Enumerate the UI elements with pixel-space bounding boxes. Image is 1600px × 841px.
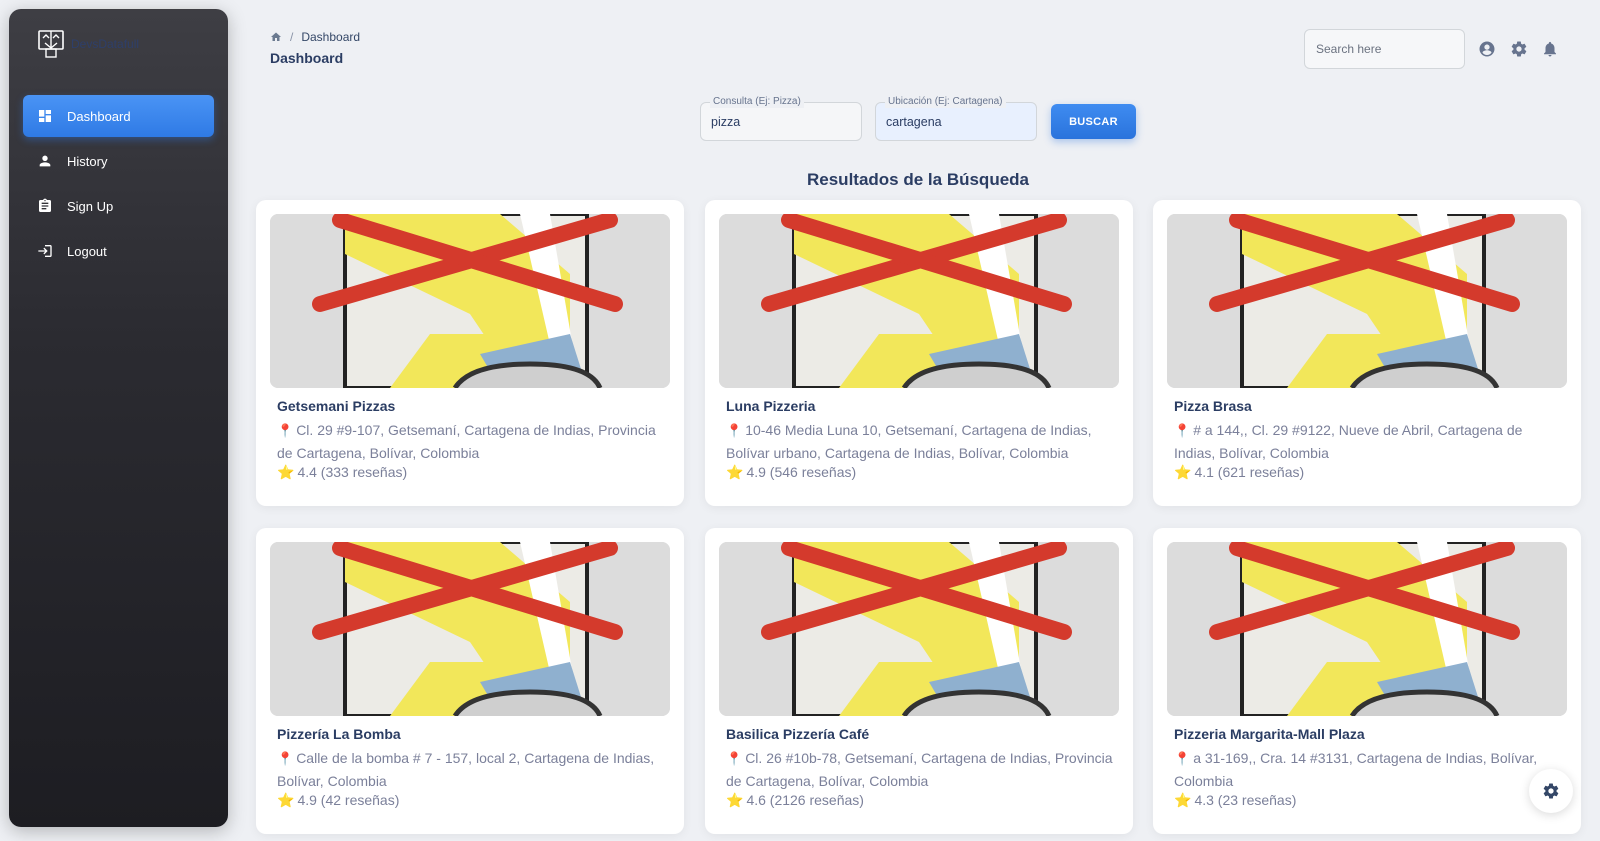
result-name[interactable]: Luna Pizzeria bbox=[726, 398, 815, 414]
brand-name: DevsDatafull bbox=[71, 37, 140, 51]
account-icon[interactable] bbox=[1478, 40, 1496, 58]
query-input[interactable] bbox=[711, 115, 851, 129]
sidebar-item-sign-up[interactable]: Sign Up bbox=[23, 185, 214, 227]
map-thumbnail-image bbox=[719, 214, 1119, 388]
breadcrumb: / Dashboard bbox=[270, 30, 360, 44]
address-text: Calle de la bomba # 7 - 157, local 2, Ca… bbox=[277, 750, 655, 789]
query-label: Consulta (Ej: Pizza) bbox=[710, 96, 804, 108]
brand[interactable]: DevsDatafull bbox=[37, 29, 139, 59]
sidebar-item-label: Logout bbox=[67, 243, 107, 259]
breadcrumb-separator: / bbox=[290, 30, 294, 44]
result-card[interactable]: Getsemani Pizzas 📍 Cl. 29 #9-107, Getseman… bbox=[256, 200, 684, 506]
star-icon: ⭐ bbox=[726, 792, 744, 808]
result-rating: ⭐ 4.1 (621 reseñas) bbox=[1174, 464, 1304, 481]
map-pin-icon: 📍 bbox=[1174, 423, 1191, 438]
result-address: 📍 # a 144,, Cl. 29 #9122, Nueve de Abril,… bbox=[1174, 419, 1566, 464]
result-name[interactable]: Getsemani Pizzas bbox=[277, 398, 395, 414]
rating-text: 4.3 (23 reseñas) bbox=[1194, 792, 1297, 808]
sidebar: DevsDatafull Dashboard History Sign Up L… bbox=[9, 9, 228, 827]
location-input[interactable] bbox=[886, 115, 1026, 129]
query-field[interactable]: Consulta (Ej: Pizza) bbox=[700, 96, 862, 141]
sidebar-item-dashboard[interactable]: Dashboard bbox=[23, 95, 214, 137]
result-name[interactable]: Basilica Pizzería Café bbox=[726, 726, 869, 742]
gear-icon bbox=[1543, 783, 1559, 799]
map-thumbnail-image bbox=[1167, 542, 1567, 716]
map-pin-icon: 📍 bbox=[726, 423, 743, 438]
face-logo-icon bbox=[38, 30, 64, 58]
rating-text: 4.6 (2126 reseñas) bbox=[746, 792, 864, 808]
map-pin-icon: 📍 bbox=[277, 751, 294, 766]
result-rating: ⭐ 4.9 (42 reseñas) bbox=[277, 792, 399, 809]
rating-text: 4.1 (621 reseñas) bbox=[1194, 464, 1305, 480]
result-rating: ⭐ 4.3 (23 reseñas) bbox=[1174, 792, 1296, 809]
result-name[interactable]: Pizzeria Margarita-Mall Plaza bbox=[1174, 726, 1365, 742]
sidebar-item-logout[interactable]: Logout bbox=[23, 230, 214, 272]
dashboard-icon bbox=[37, 108, 53, 124]
result-address: 📍 a 31-169,, Cra. 14 #3131, Cartagena de … bbox=[1174, 747, 1566, 792]
search-input[interactable] bbox=[1304, 29, 1465, 69]
address-text: a 31-169,, Cra. 14 #3131, Cartagena de I… bbox=[1174, 750, 1538, 789]
home-icon[interactable] bbox=[270, 31, 282, 43]
map-pin-icon: 📍 bbox=[277, 423, 294, 438]
result-card[interactable]: Luna Pizzeria 📍 10-46 Media Luna 10, Getse… bbox=[705, 200, 1133, 506]
settings-fab[interactable] bbox=[1529, 769, 1573, 813]
result-name[interactable]: Pizzería La Bomba bbox=[277, 726, 401, 742]
address-text: Cl. 26 #10b-78, Getsemaní, Cartagena de … bbox=[726, 750, 1113, 789]
rating-text: 4.9 (546 reseñas) bbox=[746, 464, 857, 480]
results-title: Resultados de la Búsqueda bbox=[807, 170, 1029, 189]
location-field[interactable]: Ubicación (Ej: Cartagena) bbox=[875, 96, 1037, 141]
star-icon: ⭐ bbox=[277, 792, 295, 808]
map-pin-icon: 📍 bbox=[726, 751, 743, 766]
sidebar-item-label: Sign Up bbox=[67, 198, 114, 214]
result-name[interactable]: Pizza Brasa bbox=[1174, 398, 1252, 414]
result-address: 📍 Cl. 29 #9-107, Getsemaní, Cartagena de … bbox=[277, 419, 669, 464]
result-card[interactable]: Basilica Pizzería Café 📍 Cl. 26 #10b-78, G… bbox=[705, 528, 1133, 834]
rating-text: 4.9 (42 reseñas) bbox=[297, 792, 400, 808]
person-icon bbox=[37, 153, 53, 169]
page-title: Dashboard bbox=[270, 50, 344, 66]
result-address: 📍 Calle de la bomba # 7 - 157, local 2, C… bbox=[277, 747, 669, 792]
star-icon: ⭐ bbox=[726, 464, 744, 480]
star-icon: ⭐ bbox=[1174, 792, 1192, 808]
result-rating: ⭐ 4.6 (2126 reseñas) bbox=[726, 792, 864, 809]
location-label: Ubicación (Ej: Cartagena) bbox=[885, 96, 1006, 108]
star-icon: ⭐ bbox=[277, 464, 295, 480]
result-card[interactable]: Pizza Brasa 📍 # a 144,, Cl. 29 #9122, Nuev… bbox=[1153, 200, 1581, 506]
rating-text: 4.4 (333 reseñas) bbox=[297, 464, 408, 480]
address-text: 10-46 Media Luna 10, Getsemaní, Cartagen… bbox=[726, 422, 1092, 461]
result-address: 📍 10-46 Media Luna 10, Getsemaní, Cartage… bbox=[726, 419, 1118, 464]
map-thumbnail-image bbox=[1167, 214, 1567, 388]
result-rating: ⭐ 4.4 (333 reseñas) bbox=[277, 464, 407, 481]
result-card[interactable]: Pizzería La Bomba 📍 Calle de la bomba # 7 … bbox=[256, 528, 684, 834]
map-thumbnail-image bbox=[270, 214, 670, 388]
address-text: Cl. 29 #9-107, Getsemaní, Cartagena de I… bbox=[277, 422, 656, 461]
gear-icon[interactable] bbox=[1510, 40, 1528, 58]
search-button[interactable]: BUSCAR bbox=[1051, 104, 1136, 139]
clipboard-icon bbox=[37, 198, 53, 214]
result-address: 📍 Cl. 26 #10b-78, Getsemaní, Cartagena de… bbox=[726, 747, 1118, 792]
map-pin-icon: 📍 bbox=[1174, 751, 1191, 766]
sidebar-item-label: History bbox=[67, 153, 108, 169]
address-text: # a 144,, Cl. 29 #9122, Nueve de Abril, … bbox=[1174, 422, 1523, 461]
result-card[interactable]: Pizzeria Margarita-Mall Plaza 📍 a 31-169,,… bbox=[1153, 528, 1581, 834]
bell-icon[interactable] bbox=[1541, 40, 1559, 58]
sidebar-item-label: Dashboard bbox=[67, 108, 131, 124]
map-thumbnail-image bbox=[719, 542, 1119, 716]
breadcrumb-current: Dashboard bbox=[301, 30, 361, 44]
login-icon bbox=[37, 243, 53, 259]
star-icon: ⭐ bbox=[1174, 464, 1192, 480]
result-rating: ⭐ 4.9 (546 reseñas) bbox=[726, 464, 856, 481]
map-thumbnail-image bbox=[270, 542, 670, 716]
